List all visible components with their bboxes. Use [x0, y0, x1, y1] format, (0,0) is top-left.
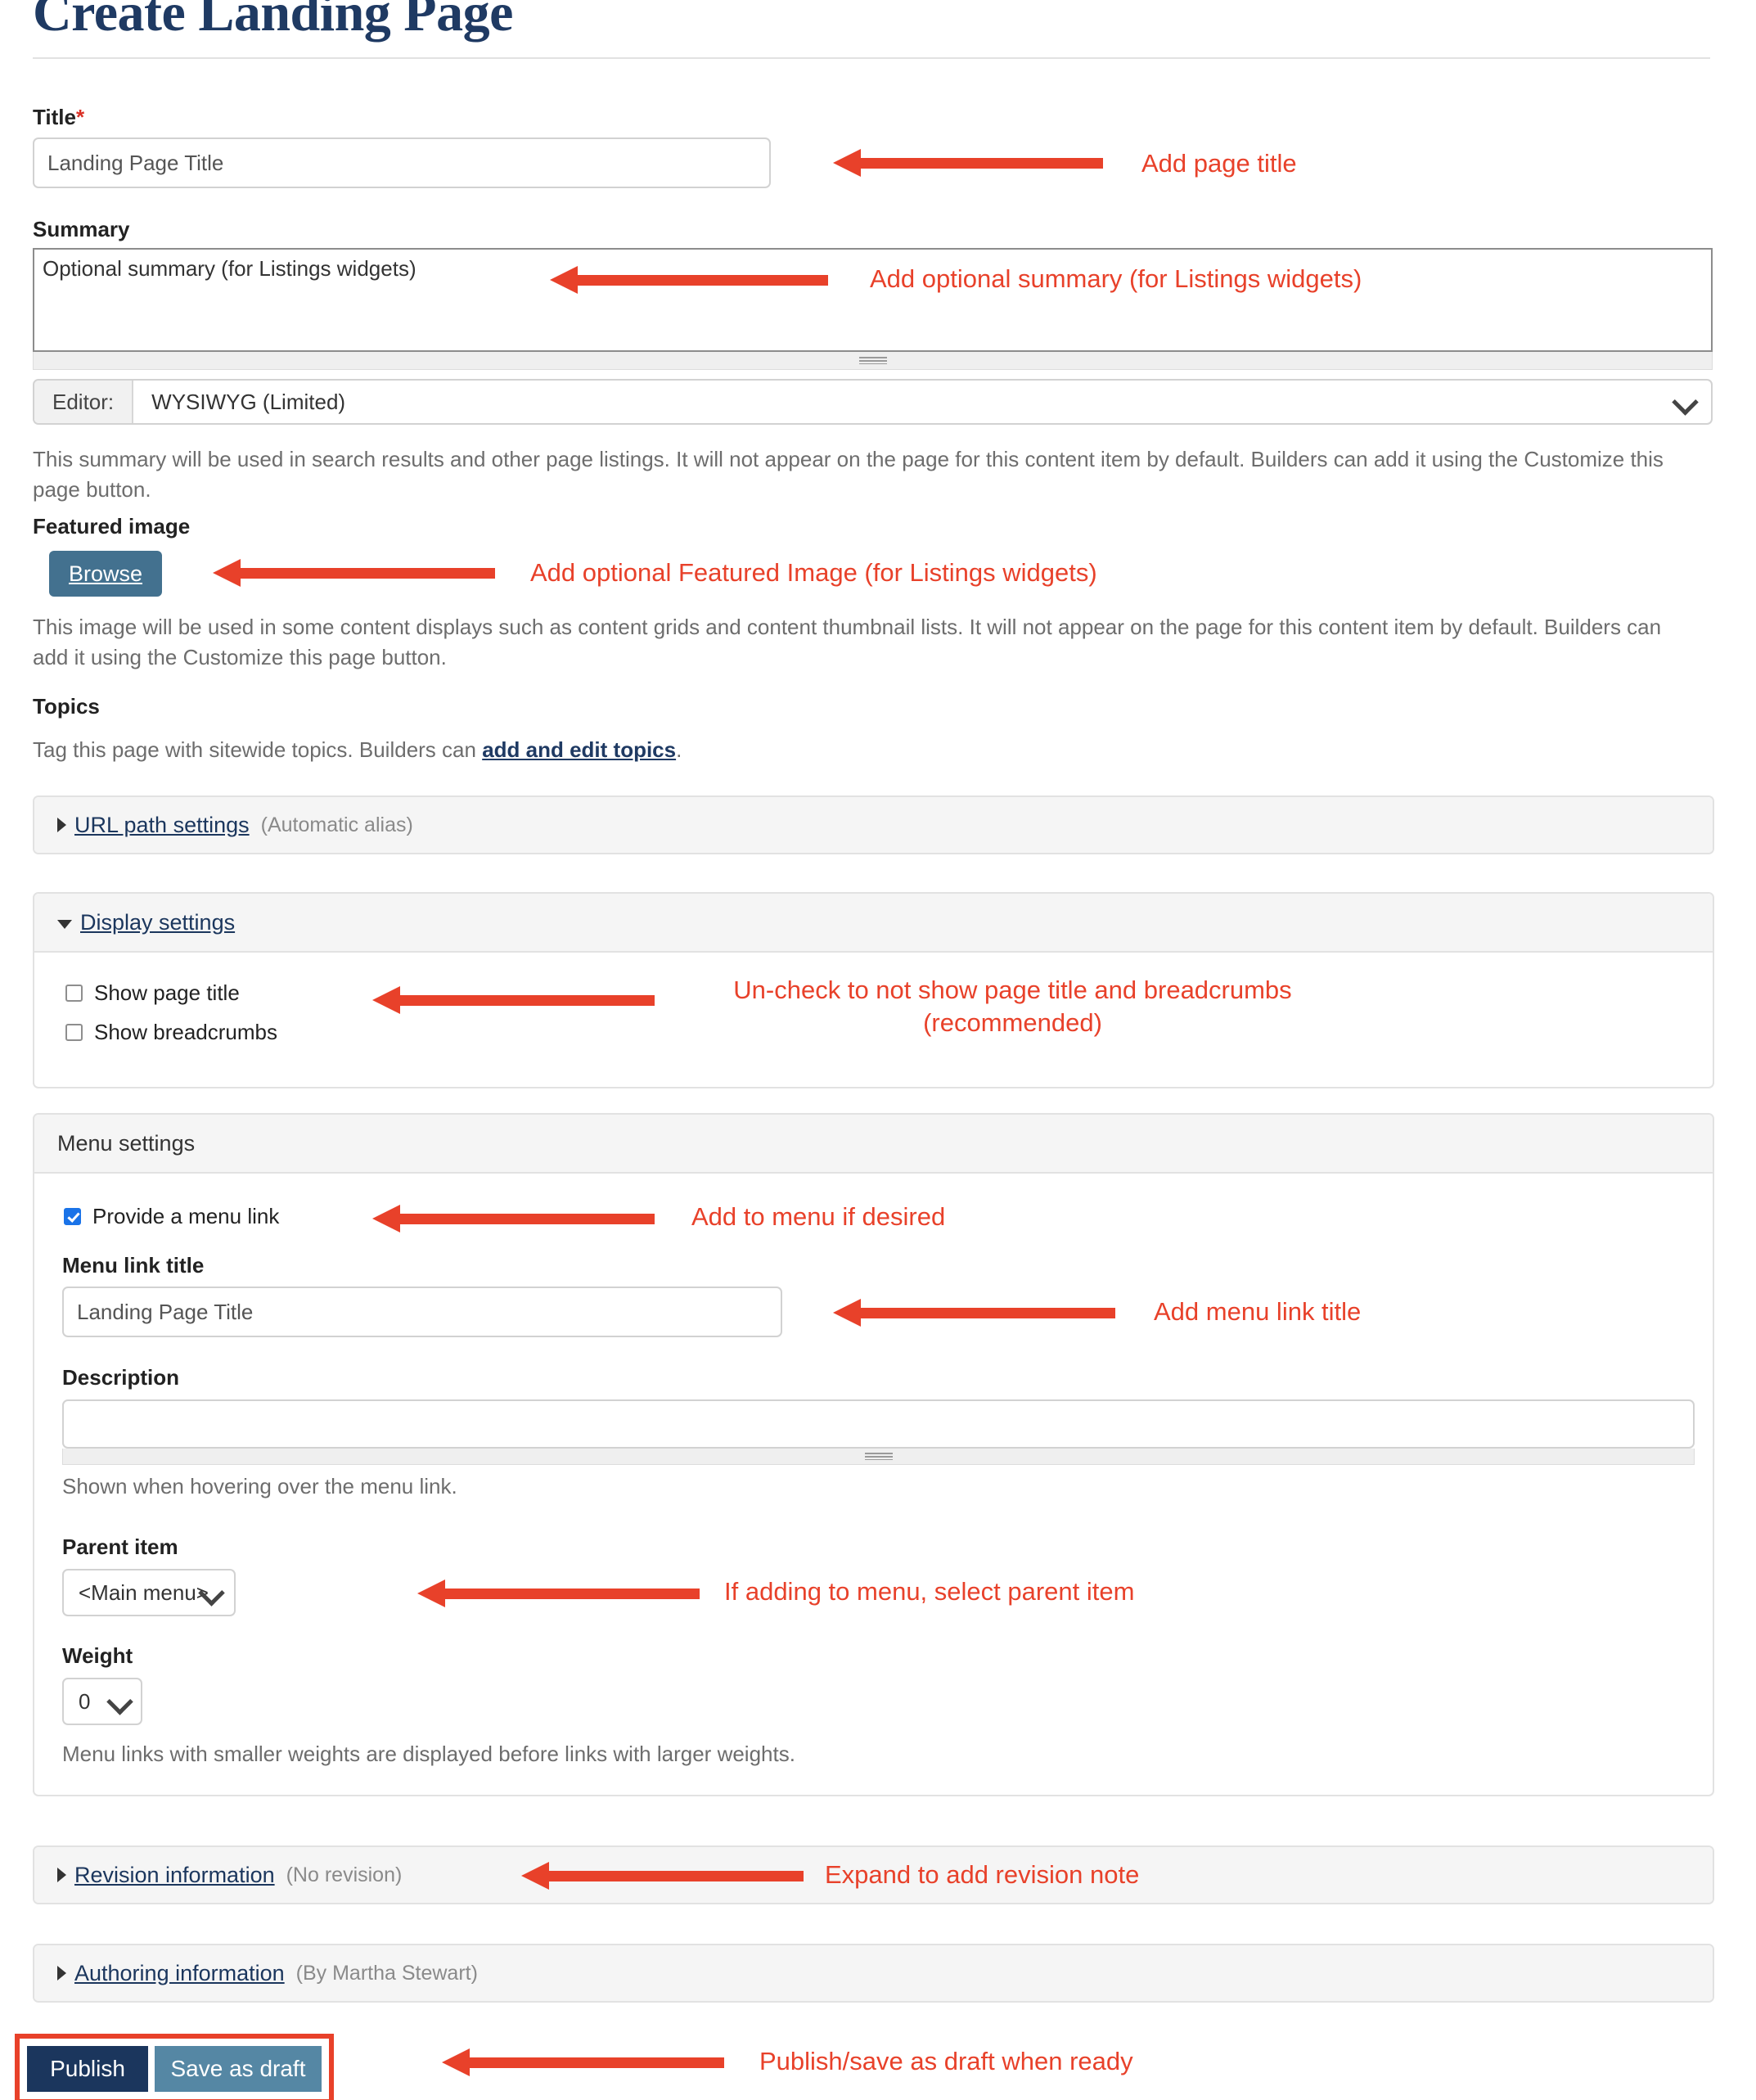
triangle-right-icon: [57, 818, 66, 832]
checkbox-box[interactable]: [65, 1024, 83, 1041]
topics-label: Topics: [33, 694, 100, 719]
annotation-arrow-title: [833, 149, 1103, 177]
editor-select[interactable]: Editor: WYSIWYG (Limited): [33, 379, 1713, 425]
title-divider: [33, 57, 1710, 59]
menu-description-label: Description: [62, 1365, 180, 1390]
annotation-parent-item: If adding to menu, select parent item: [724, 1577, 1135, 1606]
parent-item-label: Parent item: [62, 1534, 178, 1559]
triangle-right-icon: [57, 1966, 66, 1981]
browse-button[interactable]: Browse: [49, 551, 162, 597]
annotation-menu-link-title: Add menu link title: [1154, 1297, 1362, 1326]
title-field-label: Title*: [33, 105, 85, 129]
summary-resize-grip[interactable]: [33, 352, 1713, 370]
page-title: Create Landing Page: [33, 0, 513, 43]
weight-label: Weight: [62, 1643, 133, 1668]
save-as-draft-button[interactable]: Save as draft: [155, 2046, 322, 2092]
checkbox-provide-menu-link[interactable]: Provide a menu link: [64, 1204, 279, 1229]
add-edit-topics-link[interactable]: add and edit topics: [482, 737, 676, 762]
url-path-settings-summary: (Automatic alias): [260, 813, 413, 836]
menu-link-title-input[interactable]: Landing Page Title: [62, 1287, 782, 1337]
checkbox-box[interactable]: [64, 1208, 81, 1225]
topics-help-suffix: .: [676, 737, 682, 762]
required-asterisk: *: [75, 105, 85, 129]
annotation-display-settings: Un-check to not show page title and brea…: [691, 974, 1334, 1039]
annotation-line-1: Un-check to not show page title and brea…: [733, 976, 1292, 1004]
publish-button[interactable]: Publish: [27, 2046, 148, 2092]
url-path-settings-title[interactable]: URL path settings: [74, 813, 250, 838]
authoring-information-panel[interactable]: Authoring information (By Martha Stewart…: [33, 1944, 1714, 2003]
summary-field-label: Summary: [33, 217, 130, 241]
grip-lines-icon: [864, 1453, 893, 1460]
annotation-add-summary: Add optional summary (for Listings widge…: [870, 264, 1362, 293]
checkbox-label: Show page title: [94, 980, 240, 1005]
browse-button-label: Browse: [68, 561, 143, 586]
annotation-featured-image: Add optional Featured Image (for Listing…: [530, 558, 1097, 587]
title-input[interactable]: Landing Page Title: [33, 137, 771, 188]
annotation-add-to-menu: Add to menu if desired: [691, 1202, 946, 1231]
form-actions: Publish Save as draft: [15, 2034, 334, 2100]
menu-settings-header: Menu settings: [34, 1115, 1713, 1174]
summary-help-text: This summary will be used in search resu…: [33, 447, 1664, 502]
weight-value: 0: [79, 1688, 91, 1714]
annotation-arrow-featured-image: [213, 559, 495, 587]
checkbox-show-breadcrumbs[interactable]: Show breadcrumbs: [65, 1020, 277, 1045]
display-settings-title[interactable]: Display settings: [80, 910, 235, 935]
menu-description-textarea[interactable]: [62, 1399, 1695, 1449]
authoring-information-summary: (By Martha Stewart): [295, 1961, 478, 1985]
url-path-settings-header[interactable]: URL path settings (Automatic alias): [34, 797, 1713, 853]
editor-select-value: WYSIWYG (Limited): [151, 389, 346, 414]
grip-lines-icon: [858, 357, 887, 364]
topics-help-prefix: Tag this page with sitewide topics. Buil…: [33, 737, 483, 762]
checkbox-box[interactable]: [65, 985, 83, 1002]
checkbox-label: Show breadcrumbs: [94, 1020, 277, 1044]
menu-link-title-label: Menu link title: [62, 1253, 205, 1278]
featured-image-help-text: This image will be used in some content …: [33, 615, 1662, 669]
create-landing-page-form: Create Landing Page Title* Landing Page …: [0, 0, 1756, 2100]
featured-image-label: Featured image: [33, 514, 191, 539]
editor-select-label: Editor:: [34, 381, 134, 423]
parent-item-select[interactable]: <Main menu>: [62, 1569, 236, 1616]
annotation-revision: Expand to add revision note: [825, 1860, 1140, 1889]
parent-item-value: <Main menu>: [79, 1580, 209, 1605]
revision-information-title[interactable]: Revision information: [74, 1863, 275, 1888]
authoring-information-header[interactable]: Authoring information (By Martha Stewart…: [34, 1945, 1713, 2001]
annotation-publish: Publish/save as draft when ready: [759, 2047, 1133, 2075]
weight-help-text: Menu links with smaller weights are disp…: [62, 1742, 795, 1766]
weight-select[interactable]: 0: [62, 1678, 142, 1725]
checkbox-label: Provide a menu link: [92, 1204, 280, 1228]
triangle-right-icon: [57, 1868, 66, 1882]
annotation-arrow-actions: [442, 2048, 724, 2076]
topics-help-text: Tag this page with sitewide topics. Buil…: [33, 735, 1342, 765]
annotation-line-2: (recommended): [923, 1008, 1102, 1037]
display-settings-header[interactable]: Display settings: [34, 894, 1713, 953]
annotation-add-page-title: Add page title: [1141, 149, 1297, 178]
chevron-down-icon: [106, 1688, 133, 1715]
description-resize-grip[interactable]: [62, 1449, 1695, 1465]
menu-description-help: Shown when hovering over the menu link.: [62, 1474, 457, 1498]
triangle-down-icon: [57, 919, 72, 929]
menu-settings-title: Menu settings: [57, 1130, 196, 1156]
authoring-information-title[interactable]: Authoring information: [74, 1961, 285, 1986]
url-path-settings-panel[interactable]: URL path settings (Automatic alias): [33, 795, 1714, 854]
revision-information-summary: (No revision): [286, 1863, 403, 1886]
checkbox-show-page-title[interactable]: Show page title: [65, 980, 240, 1006]
